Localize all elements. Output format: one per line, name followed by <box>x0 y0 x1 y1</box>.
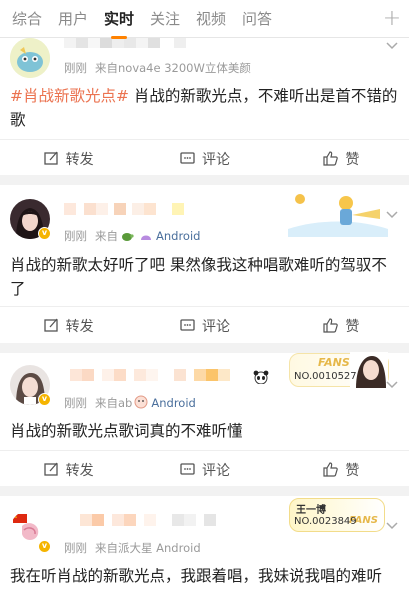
repost-button[interactable]: 转发 <box>0 140 136 177</box>
post-meta: 刚刚 来自nova4e 3200W立体美颜 <box>64 60 251 76</box>
chevron-down-icon[interactable] <box>385 38 399 52</box>
post-source[interactable]: Android <box>156 229 200 243</box>
tab-users[interactable]: 用户 <box>50 8 96 29</box>
fans-badge-card[interactable]: FANS NO.0010527 <box>289 352 389 388</box>
fans-idol-name: 王一博 <box>296 505 326 516</box>
panda-icon <box>253 370 269 384</box>
fans-number: NO.0023849 <box>294 516 357 527</box>
plus-icon[interactable]: + <box>375 0 409 38</box>
verified-badge: v <box>38 393 51 406</box>
thumbs-up-icon <box>323 151 339 166</box>
like-button[interactable]: 赞 <box>273 451 409 488</box>
sticker-icon <box>134 395 148 409</box>
post-source[interactable]: 来自nova4e 3200W立体美颜 <box>95 61 251 75</box>
tab-qa[interactable]: 问答 <box>234 8 280 29</box>
post-time: 刚刚 <box>64 61 87 75</box>
post-actions: 转发 评论 赞 <box>0 139 409 177</box>
tab-video[interactable]: 视频 <box>188 8 234 29</box>
fans-number: NO.0010527 <box>294 371 357 382</box>
post-meta: 刚刚 来自ab Android <box>64 395 196 410</box>
chevron-down-icon[interactable] <box>385 518 399 532</box>
comment-icon <box>180 319 195 331</box>
post-card: v 刚刚 来自派大星 Android 王一博 FANS NO.0023849 我在… <box>0 496 409 611</box>
verified-badge: v <box>38 227 51 240</box>
post-meta: 刚刚 来自派大星 Android <box>64 540 201 556</box>
repost-icon <box>44 318 58 332</box>
turtle-icon <box>122 233 134 241</box>
top-tab-bar: 综合 用户 实时 关注 视频 问答 + <box>0 0 409 39</box>
like-button[interactable]: 赞 <box>273 140 409 177</box>
username-redacted[interactable] <box>64 514 216 526</box>
post-text: 我在听肖战的新歌光点，我跟着唱，我妹说我唱的难听 <box>10 567 383 585</box>
post-card: v 刚刚 来自ab Android FANS NO.0010527 肖战的新歌光点歌… <box>0 352 409 488</box>
tab-all[interactable]: 综合 <box>4 8 50 29</box>
post-text: #肖战新歌光点# 肖战的新歌光点，不难听出是首不错的歌 <box>10 87 398 129</box>
username-redacted[interactable] <box>64 203 184 215</box>
post-card: 刚刚 来自nova4e 3200W立体美颜 #肖战新歌光点# 肖战的新歌光点，不难… <box>0 30 409 175</box>
post-text: 肖战的新歌光点歌词真的不难听懂 <box>10 422 243 440</box>
tab-following[interactable]: 关注 <box>142 8 188 29</box>
post-actions: 转发 评论 赞 <box>0 450 409 488</box>
repost-icon <box>44 151 58 165</box>
comment-icon <box>180 152 195 164</box>
fan-idol-photo <box>350 352 388 388</box>
chevron-down-icon[interactable] <box>385 377 399 391</box>
comment-icon <box>180 463 195 475</box>
thumbs-up-icon <box>323 462 339 477</box>
post-card: v 刚刚 来自 Android 肖战的新歌太好听了吧 果然像我这种唱歌难听的驾驭不了… <box>0 185 409 343</box>
chevron-down-icon[interactable] <box>385 207 399 221</box>
post-time: 刚刚 <box>64 396 87 410</box>
tab-realtime[interactable]: 实时 <box>96 8 142 39</box>
repost-icon <box>44 462 58 476</box>
username-redacted[interactable] <box>64 369 230 381</box>
post-meta: 刚刚 来自 Android <box>64 229 201 243</box>
repost-button[interactable]: 转发 <box>0 451 136 488</box>
fans-label: FANS <box>318 356 350 369</box>
like-button[interactable]: 赞 <box>273 307 409 344</box>
comment-button[interactable]: 评论 <box>136 140 272 177</box>
post-text: 肖战的新歌太好听了吧 果然像我这种唱歌难听的驾驭不了 <box>10 256 387 298</box>
fans-badge-card[interactable]: 王一博 FANS NO.0023849 <box>289 498 385 532</box>
topic-tag[interactable]: #肖战新歌光点# <box>10 87 129 105</box>
post-time: 刚刚 <box>64 541 87 555</box>
comment-button[interactable]: 评论 <box>136 451 272 488</box>
post-source[interactable]: 来自派大星 Android <box>95 541 201 555</box>
comment-button[interactable]: 评论 <box>136 307 272 344</box>
post-actions: 转发 评论 赞 <box>0 306 409 344</box>
shell-icon <box>141 235 151 240</box>
avatar[interactable] <box>10 38 50 78</box>
post-source[interactable]: Android <box>151 396 195 410</box>
verified-badge: v <box>38 540 51 553</box>
little-prince-card-decoration <box>288 189 388 237</box>
post-time: 刚刚 <box>64 229 87 243</box>
repost-button[interactable]: 转发 <box>0 307 136 344</box>
thumbs-up-icon <box>323 318 339 333</box>
